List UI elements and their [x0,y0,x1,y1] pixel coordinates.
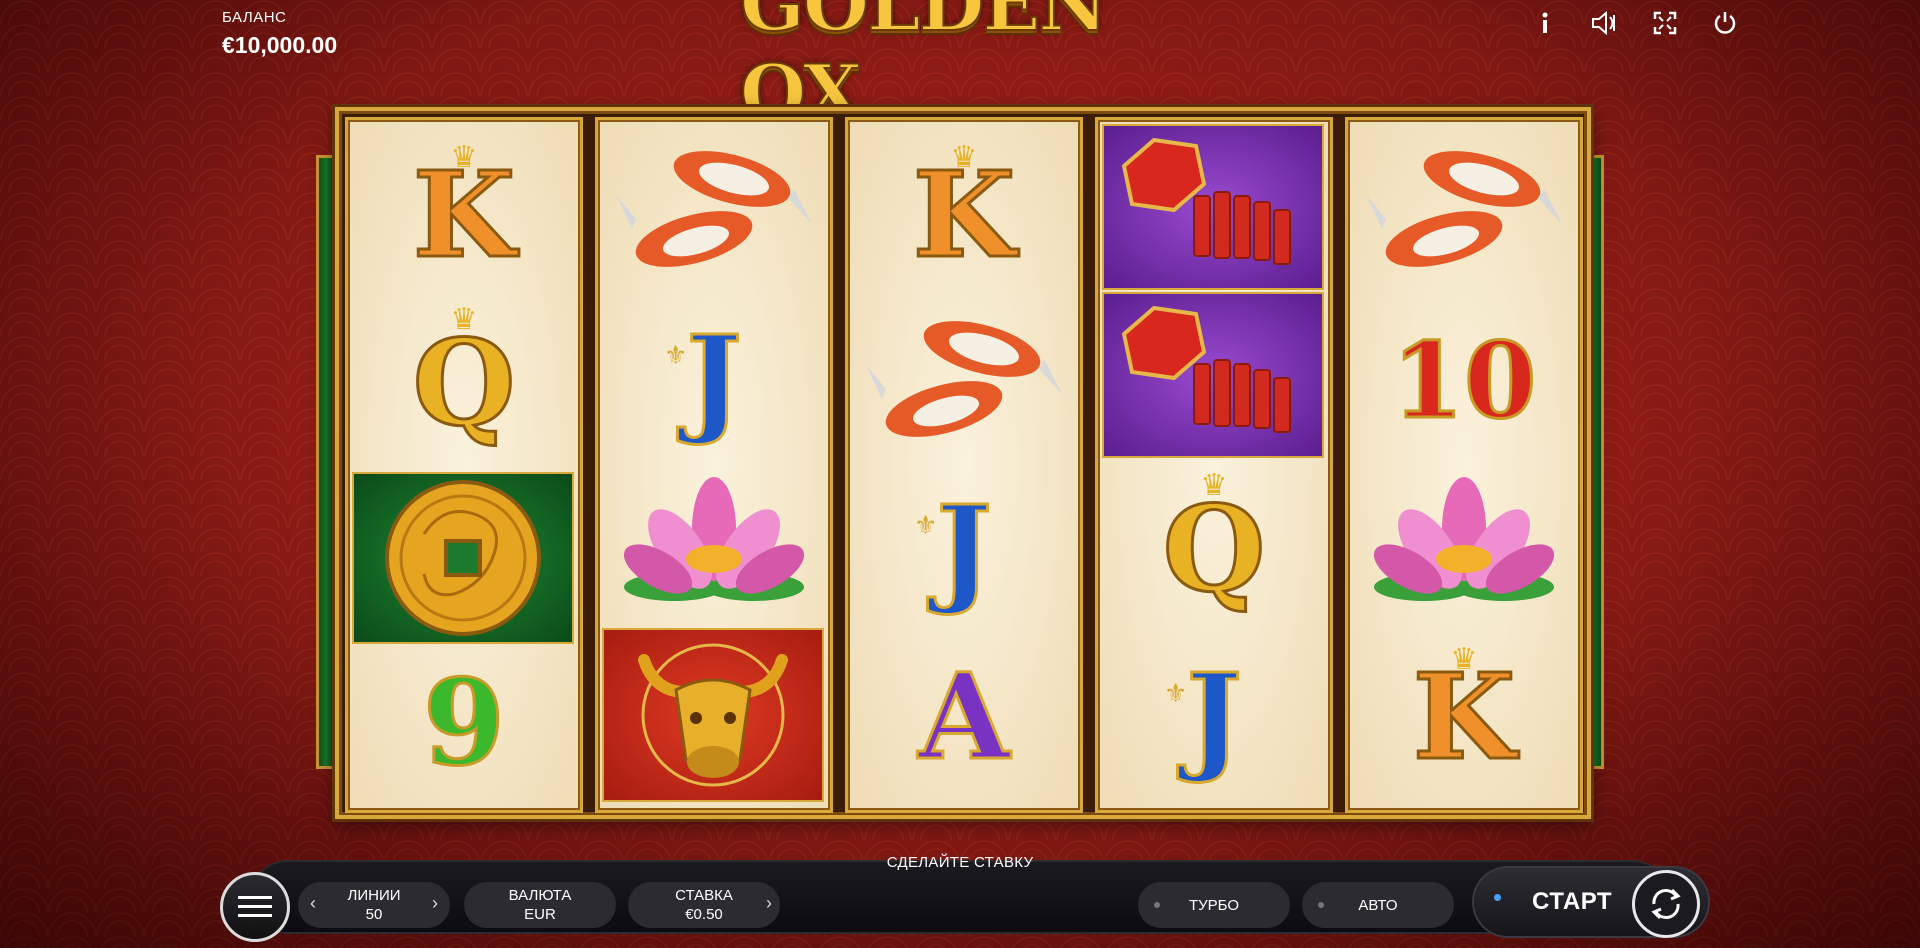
balance-value: €10,000.00 [222,32,338,58]
info-icon[interactable] [1530,8,1560,38]
reel-5: 10 ♛ K [1345,117,1583,813]
symbol-k: ♛ K [1348,634,1580,800]
symbol-j: ⚜ J [848,466,1080,632]
fullscreen-icon[interactable] [1650,8,1680,38]
reel-1: ♛ K ♛ Q 9 [345,117,583,813]
symbol-9: 9 [348,640,580,806]
crown-icon: ♛ [1200,469,1228,502]
symbol-koi [598,126,830,292]
auto-button[interactable]: АВТО [1302,882,1454,928]
lotus-flower-icon [623,477,805,601]
crown-icon: ♛ [950,141,978,174]
currency-selector[interactable]: ВАЛЮТА EUR [464,882,616,928]
symbol-9-digit: 9 [421,653,506,792]
bet-value: €0.50 [685,906,723,923]
firecrackers-icon [1121,137,1291,265]
symbol-j-letter: J [1185,647,1244,786]
symbol-koi [1348,126,1580,292]
symbol-lotus [598,466,830,632]
koi-fish-icon [1366,151,1562,267]
reel-side-decoration-left [316,155,336,769]
fleur-de-lis-icon: ⚜ [664,340,688,370]
symbol-ox [602,628,824,802]
symbol-k: ♛ K [848,132,1080,298]
symbol-j: ⚜ J [598,296,830,462]
balance-label: БАЛАНС [222,9,287,26]
reel-4: ♛ Q ⚜ J [1095,117,1333,813]
symbol-q: ♛ Q [1098,466,1330,632]
symbol-j-letter: J [935,479,994,618]
power-icon[interactable] [1710,8,1740,38]
crown-icon: ♛ [450,141,478,174]
symbol-k: ♛ K [348,132,580,298]
lines-increase-arrow-icon[interactable]: › [432,894,438,913]
hamburger-menu-icon [238,896,272,917]
bet-selector: СТАВКА €0.50 › [628,882,780,928]
auto-label: АВТО [1358,896,1398,914]
currency-value: EUR [524,906,556,923]
status-message: СДЕЛАЙТЕ СТАВКУ [886,854,1034,871]
menu-button[interactable] [220,872,290,942]
bet-label: СТАВКА [675,887,733,904]
lines-decrease-arrow-icon[interactable]: ‹ [310,894,316,913]
symbol-j-letter: J [685,309,744,448]
top-toolbar [1530,8,1740,38]
symbol-q-letter: Q [411,313,517,452]
fleur-de-lis-icon: ⚜ [1164,678,1188,708]
balance-display: БАЛАНС €10,000.00 [222,9,337,59]
refresh-arrows-icon [1651,888,1681,920]
lines-selector: ‹ ЛИНИИ 50 › [298,882,450,928]
gold-coin-icon [385,480,541,636]
reels-frame: ♛ K ♛ Q 9 ⚜ J ♛ K ⚜ J A ♛ Q ⚜ J 10 ♛ K [335,107,1591,819]
control-bar: СДЕЛАЙТЕ СТАВКУ ‹ ЛИНИИ 50 › ВАЛЮТА EUR … [212,850,1708,942]
symbol-a-letter: A [917,647,1012,786]
lotus-flower-icon [1373,477,1555,601]
turbo-label: ТУРБО [1188,896,1240,914]
symbol-lotus [1348,466,1580,632]
reel-2: ⚜ J [595,117,833,813]
symbol-firecrackers [1102,292,1324,458]
crown-icon: ♛ [1450,643,1478,676]
koi-fish-icon [616,151,812,267]
golden-ox-icon [638,643,788,787]
symbol-q: ♛ Q [348,300,580,466]
firecrackers-icon [1121,305,1291,433]
symbol-10: 10 [1348,298,1580,464]
symbol-10-digits: 10 [1390,319,1538,442]
sound-icon[interactable] [1590,8,1620,38]
symbol-coin [352,472,574,644]
turbo-button[interactable]: ТУРБО [1138,882,1290,928]
symbol-firecrackers [1102,124,1324,290]
symbol-q-letter: Q [1161,479,1267,618]
koi-fish-icon [866,321,1062,437]
symbol-a: A [848,634,1080,800]
start-indicator [1494,894,1501,901]
symbol-j: ⚜ J [1098,634,1330,800]
lines-label: ЛИНИИ [347,887,401,904]
crown-icon: ♛ [450,303,478,336]
start-button[interactable]: СТАРТ [1474,868,1708,938]
currency-label: ВАЛЮТА [508,887,572,904]
start-label: СТАРТ [1532,888,1613,915]
bet-increase-arrow-icon[interactable]: › [766,894,772,913]
reel-3: ♛ K ⚜ J A [845,117,1083,813]
game-logo: GOLDEN OX [739,0,1180,138]
auto-indicator [1318,902,1324,908]
fleur-de-lis-icon: ⚜ [914,510,938,540]
lines-value: 50 [365,906,383,923]
spin-icon[interactable] [1632,870,1700,938]
symbol-koi [848,296,1080,462]
turbo-indicator [1154,902,1160,908]
